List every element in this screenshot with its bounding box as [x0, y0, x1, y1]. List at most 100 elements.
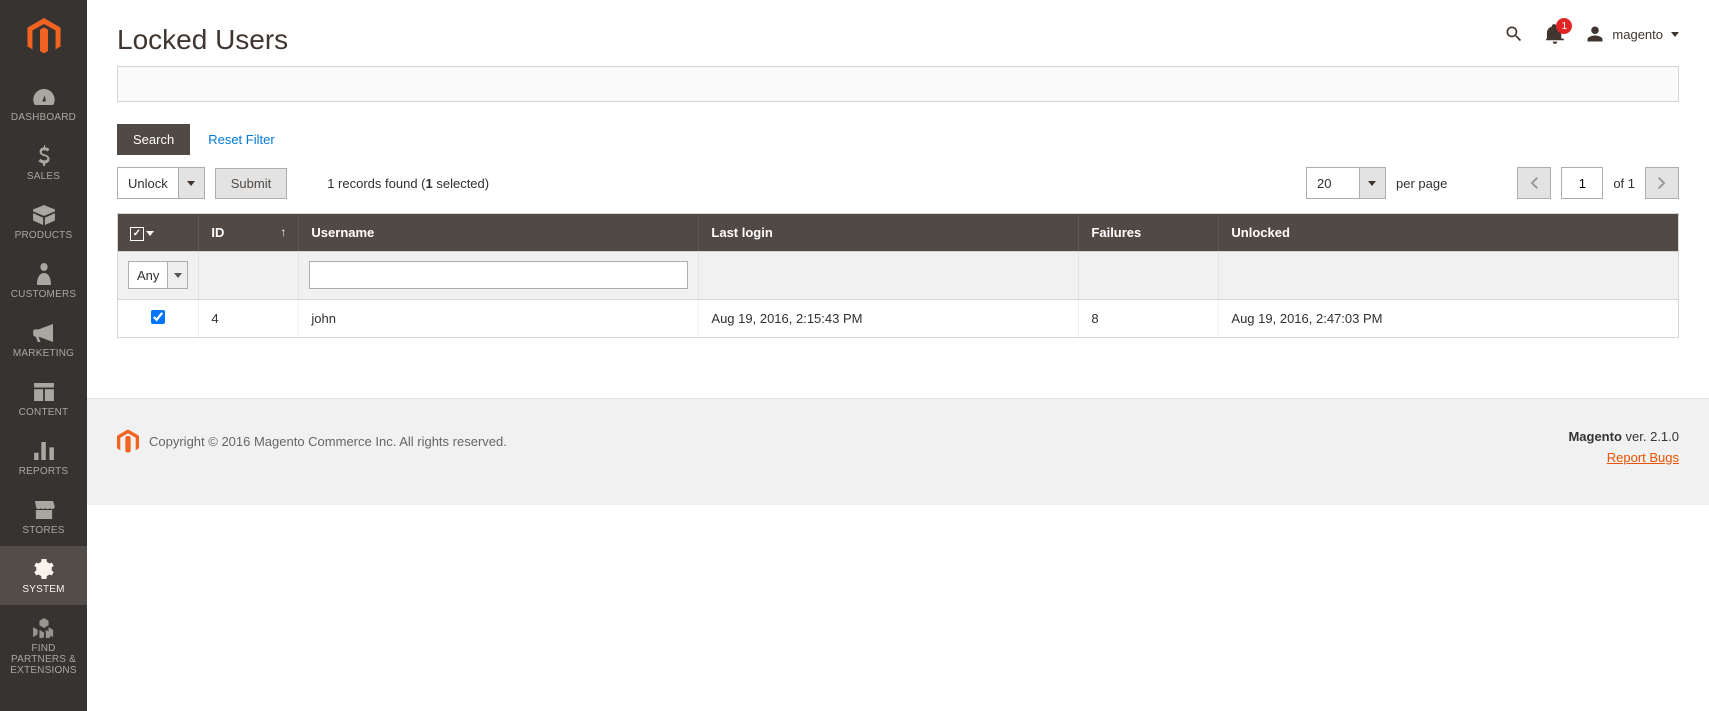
- chevron-down-icon[interactable]: [178, 168, 204, 198]
- cell-last-login: Aug 19, 2016, 2:15:43 PM: [699, 299, 1079, 337]
- submit-button[interactable]: Submit: [215, 168, 287, 199]
- username-label: magento: [1612, 27, 1663, 42]
- sidebar-item-marketing[interactable]: MARKETING: [0, 310, 87, 369]
- chevron-right-icon: [1658, 177, 1666, 189]
- filter-username: [299, 251, 699, 299]
- column-username[interactable]: Username: [299, 214, 699, 252]
- magento-logo-icon: [27, 18, 61, 56]
- footer-copyright: Copyright © 2016 Magento Commerce Inc. A…: [117, 429, 1568, 455]
- store-icon: [33, 499, 55, 521]
- column-failures[interactable]: Failures: [1079, 214, 1219, 252]
- chevron-down-icon[interactable]: [167, 262, 187, 288]
- extensions-icon: [33, 617, 55, 639]
- filter-username-input[interactable]: [309, 261, 688, 289]
- prev-page-button[interactable]: [1517, 167, 1551, 199]
- sidebar-item-label: STORES: [22, 525, 64, 536]
- column-unlocked[interactable]: Unlocked: [1219, 214, 1679, 252]
- table-row[interactable]: 4 john Aug 19, 2016, 2:15:43 PM 8 Aug 19…: [118, 299, 1679, 337]
- gauge-icon: [33, 86, 55, 108]
- filter-any-select[interactable]: Any: [128, 261, 188, 289]
- filter-unlocked: [1219, 251, 1679, 299]
- user-menu[interactable]: magento: [1586, 25, 1679, 43]
- chevron-down-icon: [1671, 32, 1679, 37]
- grid-header: ✓ ID ↑ Username Last login Failures Unlo…: [118, 214, 1679, 252]
- page-footer: Copyright © 2016 Magento Commerce Inc. A…: [87, 398, 1709, 505]
- sidebar-item-label: DASHBOARD: [11, 112, 76, 123]
- sidebar-item-customers[interactable]: CUSTOMERS: [0, 251, 87, 310]
- sort-asc-icon: ↑: [280, 225, 286, 239]
- column-last-login[interactable]: Last login: [699, 214, 1079, 252]
- box-icon: [33, 204, 55, 226]
- checkbox-icon: ✓: [130, 227, 144, 241]
- per-page-label: per page: [1396, 176, 1447, 191]
- page-size-select[interactable]: 20: [1306, 167, 1386, 199]
- column-failures-label: Failures: [1091, 225, 1141, 240]
- sidebar-item-label: REPORTS: [19, 466, 69, 477]
- sidebar-item-label: CONTENT: [19, 407, 69, 418]
- sidebar-item-label: SYSTEM: [22, 584, 64, 595]
- message-bar: [117, 66, 1679, 102]
- page-header: Locked Users 1 magento: [87, 0, 1709, 66]
- sidebar-item-partners[interactable]: FIND PARTNERS & EXTENSIONS: [0, 605, 87, 686]
- sidebar-item-system[interactable]: SYSTEM: [0, 546, 87, 605]
- chevron-left-icon: [1530, 177, 1538, 189]
- sidebar-item-stores[interactable]: STORES: [0, 487, 87, 546]
- column-id[interactable]: ID ↑: [199, 214, 299, 252]
- filter-select-all: Any: [118, 251, 199, 299]
- filter-any-value: Any: [129, 262, 167, 288]
- main-content: Locked Users 1 magento Search Reset Filt…: [87, 0, 1709, 711]
- page-of-label: of 1: [1613, 176, 1635, 191]
- layout-icon: [34, 381, 54, 403]
- page-size-value: 20: [1307, 168, 1359, 198]
- sidebar-item-label: PRODUCTS: [15, 230, 73, 241]
- global-search-button[interactable]: [1504, 24, 1524, 44]
- notification-badge: 1: [1556, 18, 1572, 34]
- grid-toolbar: Unlock Submit 1 records found (1 selecte…: [87, 167, 1709, 213]
- admin-sidebar: DASHBOARD SALES PRODUCTS CUSTOMERS MARKE…: [0, 0, 87, 711]
- page-number-input[interactable]: [1561, 167, 1603, 199]
- locked-users-grid: ✓ ID ↑ Username Last login Failures Unlo…: [117, 213, 1679, 338]
- copyright-text: Copyright © 2016 Magento Commerce Inc. A…: [149, 434, 507, 449]
- megaphone-icon: [33, 322, 55, 344]
- search-icon: [1504, 24, 1524, 44]
- mass-action-select[interactable]: Unlock: [117, 167, 205, 199]
- column-unlocked-label: Unlocked: [1231, 225, 1290, 240]
- records-selected-count: 1: [426, 176, 433, 191]
- header-actions: 1 magento: [1504, 24, 1679, 44]
- reset-filter-link[interactable]: Reset Filter: [208, 132, 274, 147]
- sidebar-item-sales[interactable]: SALES: [0, 133, 87, 192]
- version-text: Magento ver. 2.1.0: [1568, 429, 1679, 444]
- sidebar-item-dashboard[interactable]: DASHBOARD: [0, 74, 87, 133]
- gear-icon: [34, 558, 54, 580]
- next-page-button[interactable]: [1645, 167, 1679, 199]
- filter-last-login: [699, 251, 1079, 299]
- column-username-label: Username: [311, 225, 374, 240]
- filter-failures: [1079, 251, 1219, 299]
- cell-id: 4: [199, 299, 299, 337]
- chevron-down-icon[interactable]: [1359, 168, 1385, 198]
- report-bugs-link[interactable]: Report Bugs: [1568, 450, 1679, 465]
- footer-right: Magento ver. 2.1.0 Report Bugs: [1568, 429, 1679, 465]
- notifications-button[interactable]: 1: [1546, 24, 1564, 44]
- search-button[interactable]: Search: [117, 124, 190, 155]
- person-icon: [37, 263, 51, 285]
- mass-action-value: Unlock: [118, 168, 178, 198]
- records-prefix: 1 records found (: [327, 176, 425, 191]
- sidebar-item-content[interactable]: CONTENT: [0, 369, 87, 428]
- column-select-all[interactable]: ✓: [118, 214, 199, 252]
- sidebar-item-label: SALES: [27, 171, 60, 182]
- sidebar-item-reports[interactable]: REPORTS: [0, 428, 87, 487]
- cell-unlocked: Aug 19, 2016, 2:47:03 PM: [1219, 299, 1679, 337]
- filter-id: [199, 251, 299, 299]
- records-suffix: selected): [433, 176, 489, 191]
- magento-logo-icon: [117, 429, 139, 455]
- chevron-down-icon: [146, 231, 154, 236]
- row-checkbox[interactable]: [151, 310, 165, 324]
- dollar-icon: [37, 145, 51, 167]
- bar-chart-icon: [34, 440, 54, 462]
- cell-failures: 8: [1079, 299, 1219, 337]
- magento-logo[interactable]: [0, 0, 87, 74]
- sidebar-item-label: MARKETING: [13, 348, 74, 359]
- sidebar-item-products[interactable]: PRODUCTS: [0, 192, 87, 251]
- filter-controls: Search Reset Filter: [87, 124, 1709, 167]
